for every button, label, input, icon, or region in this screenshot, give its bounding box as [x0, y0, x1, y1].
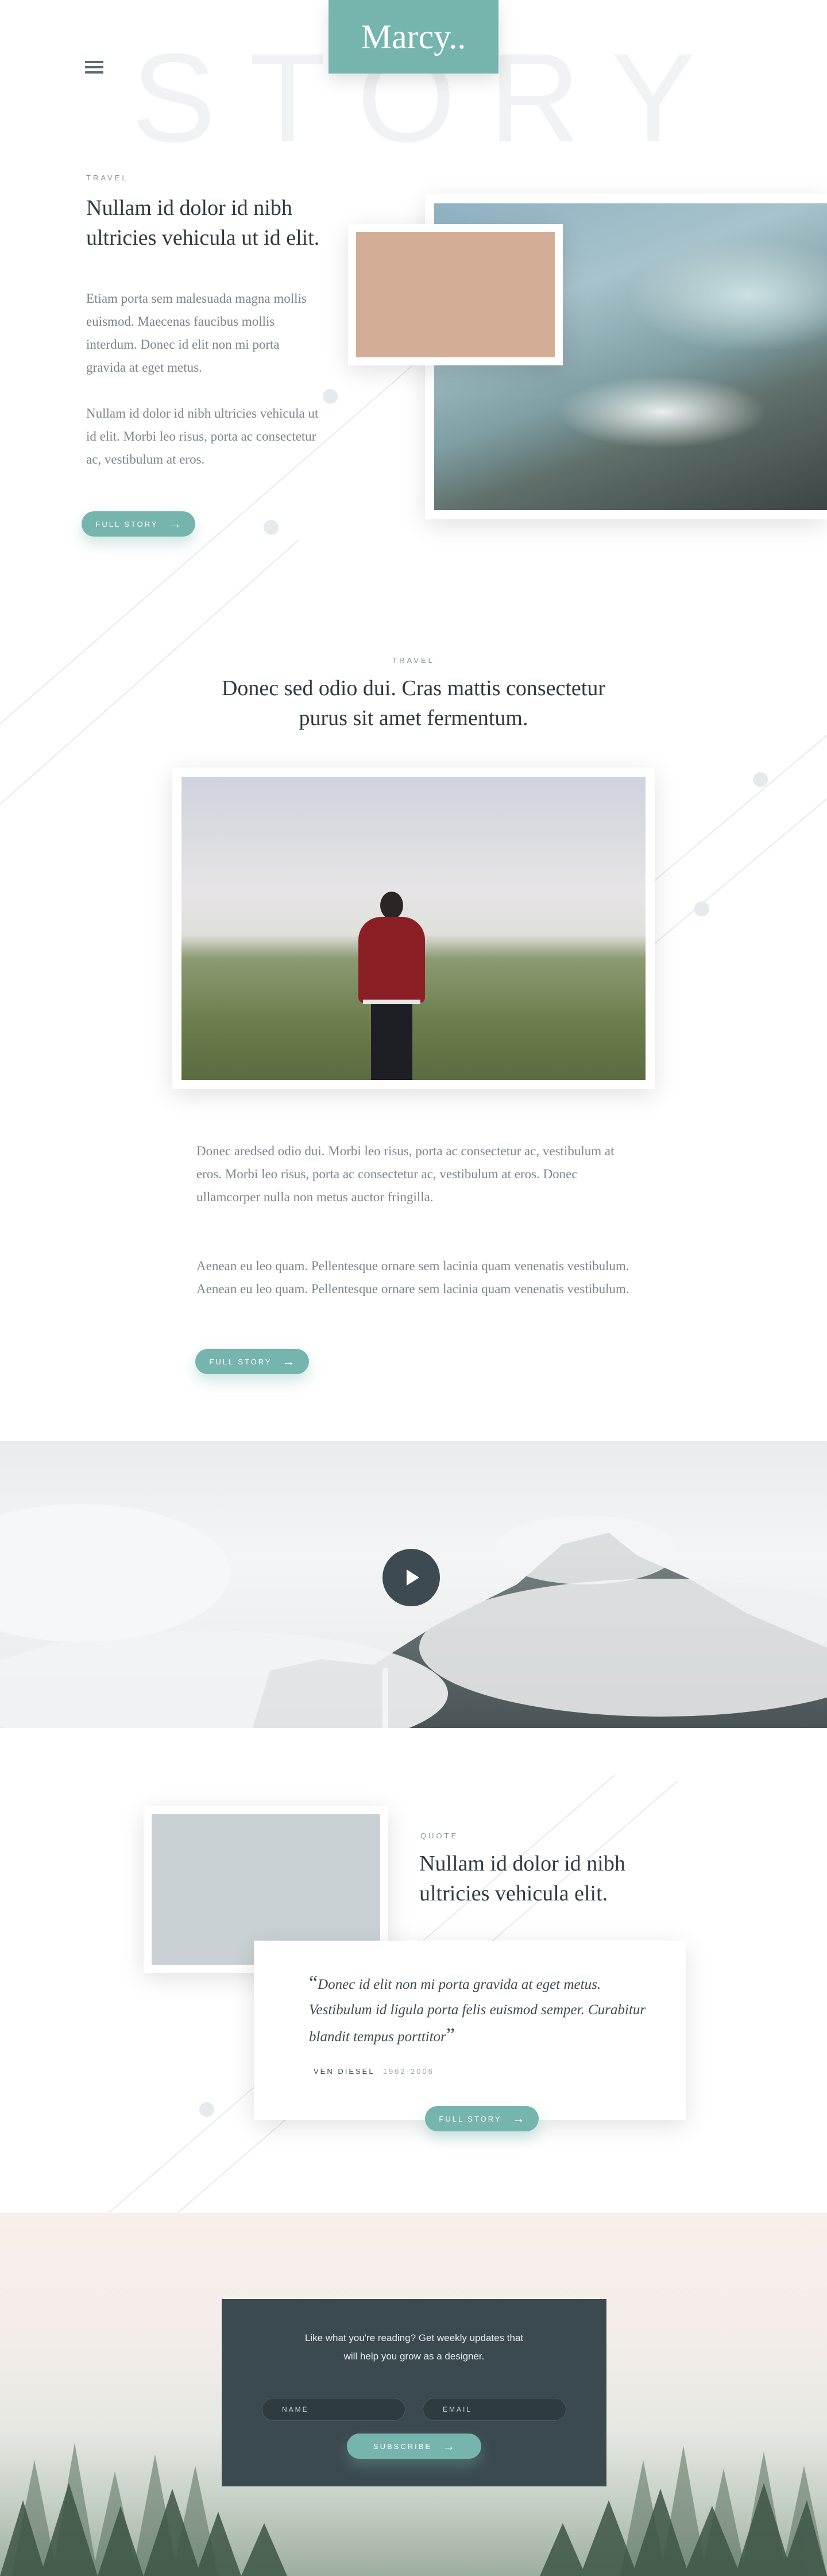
play-icon — [407, 1569, 419, 1586]
close-quote-mark: ” — [446, 2024, 455, 2046]
post2-button-label: FULL STORY — [209, 1357, 272, 1366]
post2-title[interactable]: Donec sed odio dui. Cras mattis consecte… — [201, 673, 626, 733]
site-logo[interactable]: Marcy.. — [329, 0, 498, 74]
quote-category: QUOTE — [420, 1831, 459, 1840]
post2-photo-frame — [172, 768, 655, 1089]
quote-years: 1962-2006 — [382, 2067, 434, 2076]
quote-card: “Donec id elit non mi porta gravida at e… — [254, 1941, 686, 2120]
video-banner[interactable] — [0, 1441, 827, 1728]
subscribe-button-label: SUBSCRIBE — [373, 2442, 432, 2451]
post1-title[interactable]: Nullam id dolor id nibh ultricies vehicu… — [86, 193, 339, 253]
arrow-right-icon: → — [168, 516, 181, 531]
arrow-right-icon: → — [442, 2439, 455, 2453]
post1-color-swatch — [356, 232, 555, 357]
post2-category: TRAVEL — [392, 656, 435, 665]
forest-banner: Like what you're reading? Get weekly upd… — [0, 2213, 827, 2576]
subscribe-box: Like what you're reading? Get weekly upd… — [222, 2299, 606, 2486]
quote-attribution: VEN DIESEL 1962-2006 — [314, 2067, 434, 2076]
play-button[interactable] — [382, 1549, 440, 1606]
quote-title[interactable]: Nullam id dolor id nibh ultricies vehicu… — [419, 1849, 660, 1908]
arrow-right-icon: → — [512, 2111, 525, 2126]
post1-category: TRAVEL — [86, 173, 129, 182]
post1-swatch-frame — [348, 224, 563, 365]
quote-full-story-button[interactable]: FULL STORY → — [425, 2106, 539, 2131]
name-input[interactable]: NAME — [262, 2398, 405, 2421]
post1-button-label: FULL STORY — [95, 519, 159, 529]
subscribe-message-line-2: will help you grow as a designer. — [343, 2351, 485, 2362]
post2-paragraph-1: Donec aredsed odio dui. Morbi leo risus,… — [196, 1144, 615, 1204]
post2-photo — [181, 777, 646, 1080]
post1-full-story-button[interactable]: FULL STORY → — [82, 511, 195, 537]
subscribe-message: Like what you're reading? Get weekly upd… — [222, 2329, 606, 2366]
open-quote-mark: “ — [309, 1972, 318, 1993]
subscribe-button[interactable]: SUBSCRIBE → — [347, 2434, 481, 2459]
post1-paragraph-2: Nullam id dolor id nibh ultricies vehicu… — [86, 406, 319, 466]
post1-paragraph-1: Etiam porta sem malesuada magna mollis e… — [86, 291, 307, 375]
arrow-right-icon: → — [282, 1354, 295, 1368]
quote-text: “Donec id elit non mi porta gravida at e… — [309, 1970, 654, 2050]
post2-paragraph-2: Aenean eu leo quam. Pellentesque ornare … — [196, 1259, 629, 1296]
subscribe-message-line-1: Like what you're reading? Get weekly upd… — [304, 2332, 524, 2343]
email-input[interactable]: EMAIL — [423, 2398, 566, 2421]
post2-full-story-button[interactable]: FULL STORY → — [195, 1349, 309, 1374]
quote-author: VEN DIESEL — [314, 2067, 375, 2076]
quote-body: Donec id elit non mi porta gravida at eg… — [309, 1977, 646, 2045]
person-figure — [354, 892, 428, 1080]
quote-button-label: FULL STORY — [439, 2114, 502, 2123]
